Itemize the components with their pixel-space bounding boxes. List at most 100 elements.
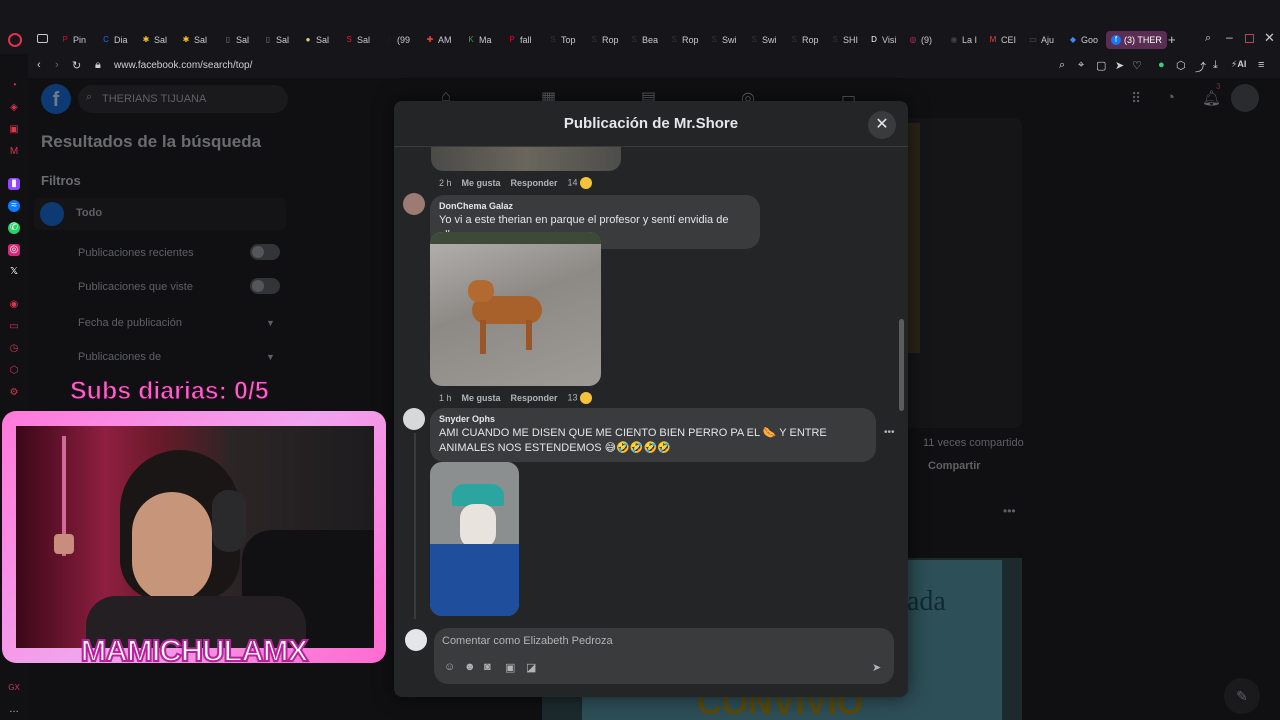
camera-icon[interactable]: ◙	[484, 661, 491, 673]
zoom-icon[interactable]: ⌕	[1059, 59, 1065, 72]
browser-tab[interactable]: K Ma	[466, 31, 504, 49]
comment-author[interactable]: Snyder Ophs	[439, 414, 867, 424]
filter-seen-posts[interactable]: Publicaciones que viste	[78, 281, 193, 293]
chevron-down-icon[interactable]: ▼	[266, 352, 275, 362]
twitch-icon[interactable]: ▮	[8, 178, 20, 190]
aria-ai-icon[interactable]: ⚡AI	[1231, 59, 1246, 70]
crypto-wallet-icon[interactable]: ◈	[8, 102, 20, 114]
browser-tab[interactable]: S Sal	[344, 31, 382, 49]
browser-tab[interactable]: ◉ La I	[949, 31, 987, 49]
browser-tab[interactable]: S Top	[548, 31, 586, 49]
opera-logo-icon[interactable]	[8, 33, 22, 47]
speed-dial-icon[interactable]: ◉	[8, 299, 20, 311]
search-box[interactable]: ⌕ THERIANS TIJUANA	[78, 85, 288, 113]
gif-icon[interactable]: ▣	[505, 661, 515, 674]
tab-facebook-active[interactable]: f (3) THER	[1106, 31, 1167, 49]
pin-icon[interactable]: ⌖	[1078, 59, 1084, 72]
gx-icon[interactable]: GX	[8, 682, 20, 694]
vpn-icon[interactable]: ●	[1158, 59, 1165, 71]
close-icon[interactable]: ✕	[868, 111, 896, 139]
scrollbar[interactable]	[899, 319, 904, 411]
profile-avatar[interactable]	[1231, 84, 1259, 112]
comment-author[interactable]: DonChema Galaz	[439, 201, 751, 211]
browser-tab[interactable]: ◆ Goo	[1068, 31, 1106, 49]
history-icon[interactable]: ◷	[8, 343, 20, 355]
whatsapp-icon[interactable]: ✆	[8, 222, 20, 234]
reply-button[interactable]: Responder	[511, 178, 558, 188]
player-icon[interactable]: ▣	[8, 124, 20, 136]
chevron-down-icon[interactable]: ▼	[266, 318, 275, 328]
sticker-icon[interactable]: ◪	[526, 661, 536, 674]
extensions-icon[interactable]: ⬡	[1176, 59, 1186, 72]
comment-composer[interactable]: Comentar como Elizabeth Pedroza ☺ ☻ ◙ ▣ …	[434, 628, 894, 684]
filter-recent-posts[interactable]: Publicaciones recientes	[78, 247, 194, 259]
filter-date[interactable]: Fecha de publicación	[78, 317, 182, 329]
download-icon[interactable]: ⤓	[1213, 59, 1218, 72]
url-text[interactable]: www.facebook.com/search/top/	[114, 60, 252, 71]
reload-icon[interactable]: ↻	[72, 59, 81, 72]
new-tab-icon[interactable]: +	[1168, 32, 1176, 47]
browser-tab[interactable]: M CEI	[988, 31, 1026, 49]
messenger-sidebar-icon[interactable]: M	[8, 146, 20, 158]
comment-input[interactable]: Comentar como Elizabeth Pedroza	[442, 635, 613, 647]
facebook-logo-icon[interactable]: f	[41, 84, 71, 114]
browser-tab[interactable]: S Rop	[589, 31, 627, 49]
share-icon[interactable]: ⤴	[1195, 59, 1206, 75]
facebook-messenger-icon[interactable]: ≈	[8, 200, 20, 212]
like-button[interactable]: Me gusta	[462, 393, 501, 403]
browser-tab[interactable]: ✚ AM	[425, 31, 463, 49]
browser-tab[interactable]: ▯ Sal	[223, 31, 261, 49]
browser-tab[interactable]: S Swi	[749, 31, 787, 49]
avatar[interactable]	[405, 629, 427, 651]
forward-icon[interactable]: ›	[55, 59, 59, 71]
browser-tab[interactable]: ✱ Sal	[141, 31, 179, 49]
avatar-sticker-icon[interactable]: ☺	[444, 661, 455, 673]
browser-tab[interactable]: P Pin	[60, 31, 98, 49]
back-icon[interactable]: ‹	[37, 59, 41, 71]
x-icon[interactable]: 𝕏	[8, 266, 20, 278]
reaction-count[interactable]: 13	[568, 392, 593, 404]
snapshot-icon[interactable]: ▢	[1096, 59, 1106, 72]
instagram-icon[interactable]: ◎	[8, 244, 20, 256]
share-button[interactable]: Compartir	[928, 460, 981, 472]
browser-tab[interactable]: ● Sal	[303, 31, 341, 49]
close-window-icon[interactable]: ✕	[1264, 30, 1275, 46]
menu-icon[interactable]: ≡	[1258, 59, 1264, 71]
like-button[interactable]: Me gusta	[462, 178, 501, 188]
avatar[interactable]	[403, 193, 425, 215]
reaction-count[interactable]: 14	[568, 177, 593, 189]
notifications-icon[interactable]: 🔔︎	[1202, 89, 1221, 107]
recent-posts-toggle[interactable]	[250, 244, 280, 260]
browser-tab[interactable]: S Rop	[789, 31, 827, 49]
post-options-icon[interactable]: •••	[1003, 504, 1016, 518]
browser-tab[interactable]: Pfall	[507, 31, 545, 49]
heart-icon[interactable]: ♡	[1132, 59, 1142, 72]
search-tabs-icon[interactable]: ⌕	[1205, 32, 1211, 45]
messenger-icon[interactable]: ◔	[1166, 89, 1175, 106]
browser-tab[interactable]: ◎ (9)	[908, 31, 946, 49]
browser-tab[interactable]: ✱ Sal	[181, 31, 219, 49]
browser-tab[interactable]: ▭ Aju	[1028, 31, 1066, 49]
comment-options-icon[interactable]: •••	[884, 427, 895, 438]
tabs-icon[interactable]: ▭	[8, 321, 20, 333]
browser-tab[interactable]: D Visi	[869, 31, 907, 49]
browser-tab[interactable]: S Swi	[709, 31, 747, 49]
apps-grid-icon[interactable]: ⠿	[1131, 90, 1141, 107]
seen-posts-toggle[interactable]	[250, 278, 280, 294]
more-icon[interactable]: …	[8, 704, 20, 716]
filter-posts-from[interactable]: Publicaciones de	[78, 351, 161, 363]
avatar[interactable]	[403, 408, 425, 430]
send-comment-icon[interactable]: ➤	[872, 661, 881, 674]
comment-image-dog[interactable]	[430, 232, 601, 386]
emoji-icon[interactable]: ☻	[464, 661, 476, 673]
aria-icon[interactable]: ◔	[8, 80, 20, 92]
comment-image-dog-hat[interactable]	[430, 462, 519, 616]
tab-overview-icon[interactable]	[37, 34, 48, 43]
browser-tab[interactable]: ▯ Sal	[263, 31, 301, 49]
browser-tab[interactable]: S SHI	[830, 31, 868, 49]
browser-tab[interactable]: ♪ (99	[384, 31, 422, 49]
maximize-icon[interactable]	[1245, 34, 1254, 43]
extensions-sidebar-icon[interactable]: ⬡	[8, 365, 20, 377]
filter-all-item[interactable]: Todo	[34, 198, 286, 230]
settings-icon[interactable]: ⚙	[8, 387, 20, 399]
